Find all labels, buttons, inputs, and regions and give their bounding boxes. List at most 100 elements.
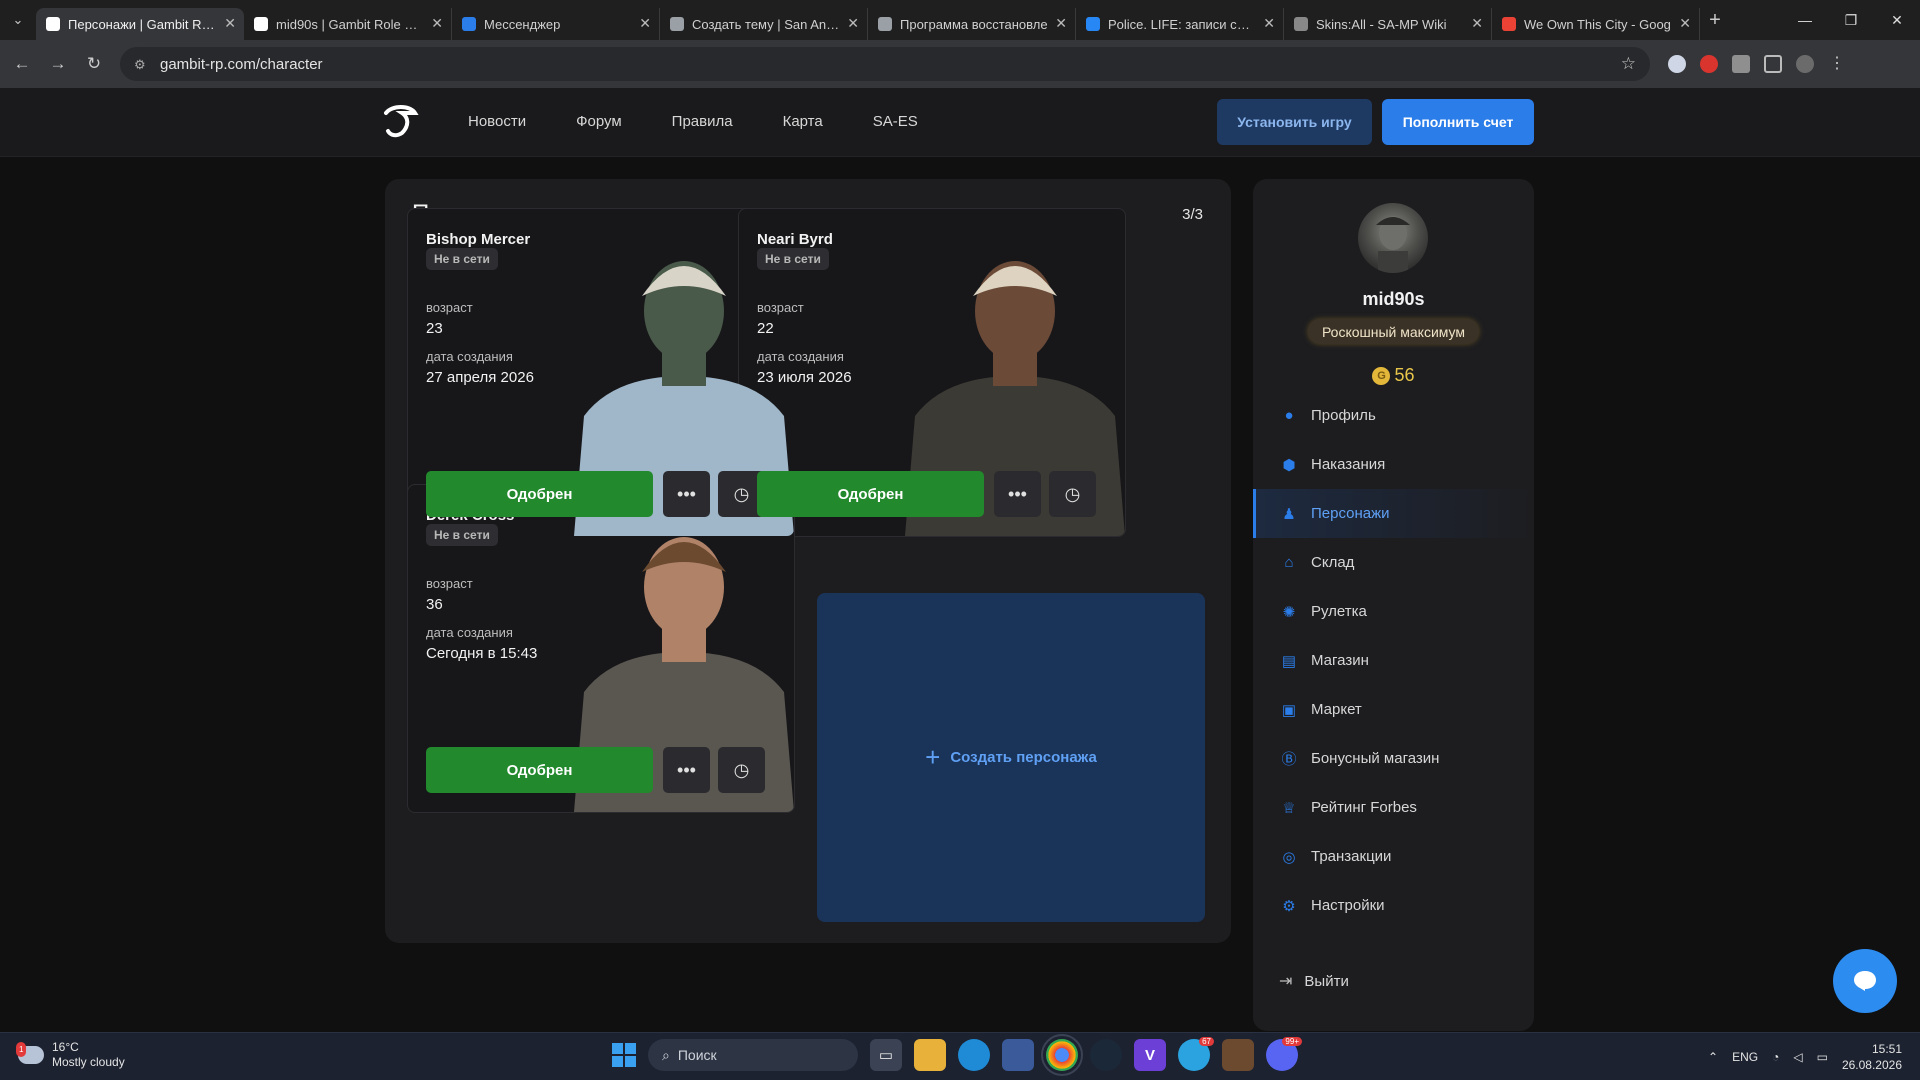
menu-item[interactable]: ♕ Рейтинг Forbes xyxy=(1253,783,1534,832)
battery-icon[interactable]: ▭ xyxy=(1817,1050,1828,1064)
bookmark-star-icon[interactable]: ☆ xyxy=(1621,54,1636,74)
support-chat-button[interactable] xyxy=(1833,949,1897,1013)
more-menu-icon[interactable]: ⋮ xyxy=(1828,55,1846,73)
close-tab-icon[interactable]: ✕ xyxy=(224,15,236,32)
browser-tab[interactable]: Персонажи | Gambit Role ✕ xyxy=(36,8,244,40)
avatar[interactable] xyxy=(1358,203,1428,273)
nav-link[interactable]: SA-ES xyxy=(873,113,918,130)
close-tab-icon[interactable]: ✕ xyxy=(1679,15,1691,32)
menu-item[interactable]: ♟ Персонажи xyxy=(1253,489,1534,538)
nav-link[interactable]: Новости xyxy=(468,113,526,130)
chat-bubble-icon xyxy=(1854,971,1876,991)
create-character-button[interactable]: + Создать персонажа xyxy=(817,593,1205,922)
menu-item[interactable]: ▣ Маркет xyxy=(1253,685,1534,734)
puzzle-icon[interactable] xyxy=(1764,55,1782,73)
bonus-icon: Ⓑ xyxy=(1281,751,1297,768)
warehouse-icon: ⌂ xyxy=(1284,554,1294,571)
url-field[interactable]: ⚙ gambit-rp.com/character ☆ xyxy=(120,47,1650,81)
browser-tab[interactable]: Police. LIFE: записи сооб ✕ xyxy=(1076,8,1284,40)
browser-tab[interactable]: mid90s | Gambit Role Play ✕ xyxy=(244,8,452,40)
extension-icon[interactable] xyxy=(1700,55,1718,73)
character-card: Bishop Mercer Не в сети возраст 23 дата … xyxy=(407,208,795,537)
gambit-logo[interactable] xyxy=(380,101,420,141)
clock[interactable]: 15:51 26.08.2026 xyxy=(1842,1041,1902,1073)
game-icon[interactable] xyxy=(1222,1039,1254,1071)
market-icon: ▣ xyxy=(1281,701,1297,719)
alert-icon: ⬢ xyxy=(1282,456,1296,474)
menu-item[interactable]: Ⓑ Бонусный магазин xyxy=(1253,734,1534,783)
menu-item[interactable]: ▤ Магазин xyxy=(1253,636,1534,685)
close-tab-icon[interactable]: ✕ xyxy=(431,15,443,32)
extensions: ⋮ xyxy=(1668,55,1846,73)
browser-tab[interactable]: Skins:All - SA-MP Wiki ✕ xyxy=(1284,8,1492,40)
close-tab-icon[interactable]: ✕ xyxy=(1055,15,1067,32)
extension-icon[interactable] xyxy=(1732,55,1750,73)
clock-date: 26.08.2026 xyxy=(1841,1058,1902,1072)
minimize-button[interactable]: — xyxy=(1782,0,1828,40)
extension-icon[interactable] xyxy=(1668,55,1686,73)
approved-button[interactable]: Одобрен xyxy=(426,747,653,793)
close-tab-icon[interactable]: ✕ xyxy=(1471,15,1483,32)
steam-icon[interactable] xyxy=(1090,1039,1122,1071)
nav-link[interactable]: Карта xyxy=(783,113,823,130)
forum-icon xyxy=(878,17,892,31)
menu-item-label: Бонусный магазин xyxy=(1311,750,1440,767)
volume-icon[interactable]: ◁ xyxy=(1793,1050,1802,1064)
weather-widget[interactable]: 1 16°C Mostly cloudy xyxy=(16,1040,125,1070)
discord-icon[interactable]: 99+ xyxy=(1266,1037,1302,1071)
browser-tab[interactable]: Создать тему | San Andre ✕ xyxy=(660,8,868,40)
character-card: Neari Byrd Не в сети возраст 22 дата соз… xyxy=(738,208,1126,537)
restore-button[interactable]: ❐ xyxy=(1828,0,1874,40)
close-tab-icon[interactable]: ✕ xyxy=(1263,15,1275,32)
language-indicator[interactable]: ENG xyxy=(1732,1050,1758,1064)
top-up-button[interactable]: Пополнить счет xyxy=(1382,99,1534,145)
created-value: 27 апреля 2026 xyxy=(426,369,534,386)
start-button[interactable] xyxy=(612,1043,636,1067)
menu-item[interactable]: ⌂ Склад xyxy=(1253,538,1534,587)
menu-item[interactable]: ◎ Транзакции xyxy=(1253,832,1534,881)
edge-icon[interactable] xyxy=(958,1039,990,1071)
avatar-image xyxy=(1376,216,1410,273)
nav-link[interactable]: Форум xyxy=(576,113,622,130)
forward-button[interactable]: → xyxy=(40,54,76,74)
more-options-icon[interactable]: ••• xyxy=(994,471,1041,517)
tray-expand-icon[interactable]: ⌃ xyxy=(1708,1050,1718,1064)
menu-item[interactable]: ✺ Рулетка xyxy=(1253,587,1534,636)
approved-button[interactable]: Одобрен xyxy=(426,471,653,517)
close-tab-icon[interactable]: ✕ xyxy=(847,15,859,32)
approved-button[interactable]: Одобрен xyxy=(757,471,984,517)
browser-tab[interactable]: Мессенджер ✕ xyxy=(452,8,660,40)
gambit-icon xyxy=(254,17,268,31)
forum-icon xyxy=(670,17,684,31)
browser-tab[interactable]: Программа восстановле ✕ xyxy=(868,8,1076,40)
tab-search-button[interactable]: ⌄ xyxy=(0,0,36,40)
new-tab-button[interactable]: + xyxy=(1700,9,1730,32)
store-icon[interactable] xyxy=(1002,1039,1034,1071)
more-options-icon[interactable]: ••• xyxy=(663,471,710,517)
more-options-icon[interactable]: ••• xyxy=(663,747,710,793)
close-window-button[interactable]: ✕ xyxy=(1874,0,1920,40)
history-clock-icon[interactable]: ◷ xyxy=(1049,471,1096,517)
logout-button[interactable]: ⇥ Выйти xyxy=(1279,971,1349,991)
menu-item[interactable]: ⬢ Наказания xyxy=(1253,440,1534,489)
chrome-icon[interactable] xyxy=(1041,1034,1083,1076)
telegram-icon[interactable]: 67 xyxy=(1178,1037,1214,1071)
back-button[interactable]: ← xyxy=(4,54,40,74)
reload-button[interactable]: ↻ xyxy=(76,54,112,74)
close-tab-icon[interactable]: ✕ xyxy=(639,15,651,32)
profile-icon[interactable] xyxy=(1796,55,1814,73)
menu-item[interactable]: ⚙ Настройки xyxy=(1253,881,1534,930)
browser-tab[interactable]: We Own This City - Goog ✕ xyxy=(1492,8,1700,40)
taskbar-search[interactable]: ⌕ Поиск xyxy=(648,1039,858,1071)
vpn-icon[interactable]: V xyxy=(1134,1039,1166,1071)
menu-item-label: Персонажи xyxy=(1311,505,1390,522)
menu-item[interactable]: ● Профиль xyxy=(1253,391,1534,440)
install-game-button[interactable]: Установить игру xyxy=(1217,99,1372,145)
create-character-label: Создать персонажа xyxy=(950,749,1097,766)
nav-link[interactable]: Правила xyxy=(672,113,733,130)
history-clock-icon[interactable]: ◷ xyxy=(718,747,765,793)
wifi-icon[interactable]: ◔ xyxy=(1772,1050,1779,1064)
task-view-icon[interactable]: ▭ xyxy=(870,1039,902,1071)
site-info-icon[interactable]: ⚙ xyxy=(134,57,148,72)
file-explorer-icon[interactable] xyxy=(914,1039,946,1071)
